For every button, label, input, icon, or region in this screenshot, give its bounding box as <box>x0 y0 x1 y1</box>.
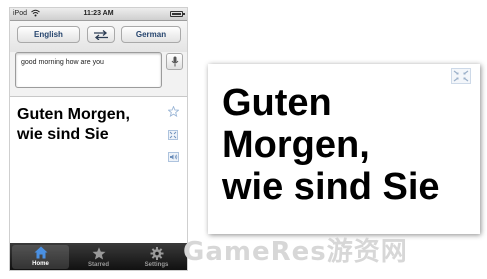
fullscreen-line: wie sind Sie <box>222 166 440 208</box>
fullscreen-translation-text: Guten Morgen, wie sind Sie <box>222 82 440 208</box>
source-language-button[interactable]: English <box>17 26 80 43</box>
tab-starred-label: Starred <box>87 262 109 268</box>
expand-icon[interactable] <box>167 129 179 141</box>
voice-input-button[interactable] <box>166 53 183 70</box>
tab-settings-label: Settings <box>144 262 169 268</box>
tab-starred[interactable]: Starred <box>70 243 127 270</box>
star-icon[interactable] <box>167 105 179 117</box>
tab-bar: Home Starred Settings <box>10 243 187 270</box>
status-bar: iPod 11:23 AM <box>10 8 187 21</box>
tab-home[interactable]: Home <box>12 245 69 269</box>
battery-icon <box>170 11 185 17</box>
speaker-icon[interactable] <box>167 151 179 163</box>
watermark: GameRes游资网 <box>183 237 408 267</box>
translation-text: Guten Morgen, wie sind Sie <box>17 105 162 145</box>
collapse-icon[interactable] <box>451 68 471 84</box>
swap-languages-button[interactable] <box>87 26 115 43</box>
microphone-icon <box>171 56 178 67</box>
clock: 11:23 AM <box>83 10 114 17</box>
starred-icon <box>92 247 105 260</box>
tab-settings[interactable]: Settings <box>128 243 185 270</box>
tab-home-label: Home <box>32 261 49 267</box>
source-text-input[interactable]: good morning how are you <box>15 52 162 88</box>
translation-line: wie sind Sie <box>17 126 109 143</box>
translation-line: Guten Morgen, <box>17 106 130 123</box>
swap-icon <box>94 29 108 40</box>
translation-result-panel: Guten Morgen, wie sind Sie <box>10 97 187 243</box>
home-icon <box>34 246 47 259</box>
phone-screen: iPod 11:23 AM English German good mornin… <box>10 8 187 270</box>
fullscreen-line: Guten <box>222 82 332 124</box>
fullscreen-line: Morgen, <box>222 124 370 166</box>
target-language-button[interactable]: German <box>121 26 181 43</box>
settings-icon <box>150 247 163 260</box>
language-bar: English German <box>10 21 187 52</box>
fullscreen-translation-card: Guten Morgen, wie sind Sie <box>208 64 480 234</box>
